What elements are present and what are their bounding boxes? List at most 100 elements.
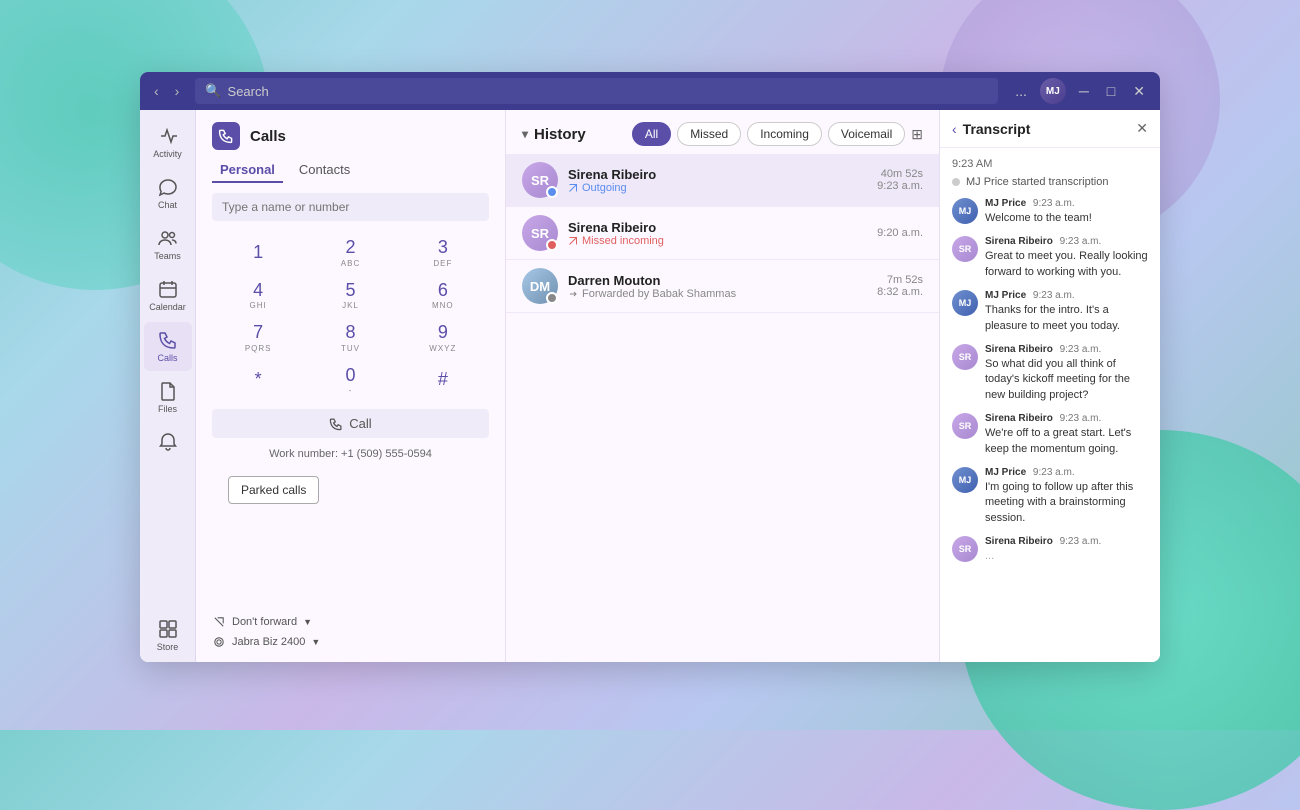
call-item[interactable]: SR Sirena Ribeiro Missed incoming 9:20 a… — [506, 207, 939, 260]
filter-more-icon[interactable]: ⊞ — [911, 126, 923, 143]
device-label: Jabra Biz 2400 — [232, 636, 305, 648]
dont-forward-item[interactable]: Don't forward ▼ — [212, 612, 489, 632]
msg-avatar: SR — [952, 413, 978, 439]
sidebar-label-files: Files — [158, 404, 177, 414]
main-content: Activity Chat Teams Calendar Calls Files — [140, 110, 1160, 662]
msg-header: MJ Price 9:23 a.m. — [985, 290, 1148, 301]
dial-key-5[interactable]: 5JKL — [304, 274, 396, 317]
close-button[interactable]: ✕ — [1128, 81, 1150, 102]
more-button[interactable]: ... — [1010, 81, 1032, 101]
device-item[interactable]: Jabra Biz 2400 ▼ — [212, 632, 489, 652]
window-actions: ... MJ ─ □ ✕ — [1010, 78, 1150, 104]
sidebar-item-store[interactable]: Store — [144, 611, 192, 660]
dial-key-8[interactable]: 8TUV — [304, 316, 396, 359]
calls-bottom-bar: Don't forward ▼ Jabra Biz 2400 ▼ — [196, 604, 505, 662]
msg-content: MJ Price 9:23 a.m. Welcome to the team! — [985, 198, 1148, 226]
msg-header: MJ Price 9:23 a.m. — [985, 467, 1148, 478]
caller-name: Sirena Ribeiro — [568, 167, 867, 182]
sidebar-item-calls[interactable]: Calls — [144, 322, 192, 371]
sidebar-item-calendar[interactable]: Calendar — [144, 271, 192, 320]
sidebar-item-chat[interactable]: Chat — [144, 169, 192, 218]
filter-voicemail[interactable]: Voicemail — [828, 122, 905, 146]
history-panel: ▾ History All Missed Incoming Voicemail … — [506, 110, 940, 662]
tab-personal[interactable]: Personal — [212, 158, 283, 183]
transcript-back-button[interactable]: ‹ — [952, 121, 957, 137]
call-info: Sirena Ribeiro Outgoing — [568, 167, 867, 194]
transcript-started: MJ Price started transcription — [952, 176, 1148, 188]
maximize-button[interactable]: □ — [1102, 81, 1120, 101]
msg-content: Sirena Ribeiro 9:23 a.m. So what did you… — [985, 344, 1148, 403]
transcript-header: ‹ Transcript ✕ — [940, 110, 1160, 148]
transcript-message: MJ MJ Price 9:23 a.m. Thanks for the int… — [952, 290, 1148, 334]
history-collapse-icon[interactable]: ▾ — [522, 127, 528, 141]
dial-input[interactable] — [212, 193, 489, 221]
dial-key-1[interactable]: 1 — [212, 231, 304, 274]
calls-tabs: Personal Contacts — [196, 158, 505, 183]
transcript-message: SR Sirena Ribeiro 9:23 a.m. We're off to… — [952, 413, 1148, 457]
call-meta: 9:20 a.m. — [877, 227, 923, 239]
dial-key-4[interactable]: 4GHI — [212, 274, 304, 317]
transcript-close-button[interactable]: ✕ — [1136, 120, 1148, 137]
search-icon: 🔍 — [205, 83, 221, 99]
call-sub-label: Missed incoming — [582, 235, 664, 247]
msg-content: Sirena Ribeiro 9:23 a.m. Great to meet y… — [985, 236, 1148, 280]
app-window: ‹ › 🔍 Search ... MJ ─ □ ✕ Activity Chat — [140, 72, 1160, 662]
dialpad: 12ABC3DEF 4GHI5JKL6MNO 7PQRS8TUV9WXYZ *0-# — [196, 231, 505, 401]
search-placeholder: Search — [228, 84, 269, 99]
dial-key-#[interactable]: # — [397, 359, 489, 402]
dial-key-0[interactable]: 0- — [304, 359, 396, 402]
dial-key-*[interactable]: * — [212, 359, 304, 402]
app-sidebar: Activity Chat Teams Calendar Calls Files — [140, 110, 196, 662]
sidebar-item-notifications[interactable] — [144, 424, 192, 463]
dial-key-6[interactable]: 6MNO — [397, 274, 489, 317]
search-bar[interactable]: 🔍 Search — [195, 78, 998, 104]
call-duration: 40m 52s — [877, 168, 923, 180]
sidebar-item-activity[interactable]: Activity — [144, 118, 192, 167]
sidebar-item-teams[interactable]: Teams — [144, 220, 192, 269]
call-info: Darren Mouton Forwarded by Babak Shammas — [568, 273, 867, 300]
avatar: SR — [522, 215, 558, 251]
parked-calls-button[interactable]: Parked calls — [228, 476, 319, 504]
msg-avatar: MJ — [952, 290, 978, 316]
filter-incoming[interactable]: Incoming — [747, 122, 822, 146]
call-item[interactable]: SR Sirena Ribeiro Outgoing 40m 52s 9:23 … — [506, 154, 939, 207]
msg-time: 9:23 a.m. — [1033, 198, 1075, 209]
sidebar-label-store: Store — [157, 642, 179, 652]
msg-text: Great to meet you. Really looking forwar… — [985, 249, 1148, 280]
msg-avatar: MJ — [952, 198, 978, 224]
transcript-panel: ‹ Transcript ✕ 9:23 AM MJ Price started … — [940, 110, 1160, 662]
call-button-label: Call — [349, 416, 371, 431]
call-info: Sirena Ribeiro Missed incoming — [568, 220, 867, 247]
call-button[interactable]: Call — [212, 409, 489, 438]
avatar-status — [546, 292, 558, 304]
msg-header: Sirena Ribeiro 9:23 a.m. — [985, 413, 1148, 424]
msg-text: Thanks for the intro. It's a pleasure to… — [985, 303, 1148, 334]
dial-key-3[interactable]: 3DEF — [397, 231, 489, 274]
filter-missed[interactable]: Missed — [677, 122, 741, 146]
dial-key-2[interactable]: 2ABC — [304, 231, 396, 274]
history-title: ▾ History — [522, 126, 586, 143]
dial-key-9[interactable]: 9WXYZ — [397, 316, 489, 359]
minimize-button[interactable]: ─ — [1074, 81, 1094, 101]
nav-buttons: ‹ › — [150, 81, 183, 101]
sidebar-item-files[interactable]: Files — [144, 373, 192, 422]
msg-header: Sirena Ribeiro 9:23 a.m. — [985, 536, 1148, 547]
msg-header: MJ Price 9:23 a.m. — [985, 198, 1148, 209]
forward-button[interactable]: › — [171, 81, 184, 101]
transcript-message: SR Sirena Ribeiro 9:23 a.m. Great to mee… — [952, 236, 1148, 280]
user-avatar[interactable]: MJ — [1040, 78, 1066, 104]
tab-contacts[interactable]: Contacts — [291, 158, 358, 183]
filter-all[interactable]: All — [632, 122, 671, 146]
dial-key-7[interactable]: 7PQRS — [212, 316, 304, 359]
title-bar: ‹ › 🔍 Search ... MJ ─ □ ✕ — [140, 72, 1160, 110]
history-filters: All Missed Incoming Voicemail ⊞ — [632, 122, 923, 146]
msg-time: 9:23 a.m. — [1060, 344, 1102, 355]
call-type: Missed incoming — [568, 235, 867, 247]
msg-header: Sirena Ribeiro 9:23 a.m. — [985, 236, 1148, 247]
calls-header: Calls — [196, 110, 505, 154]
call-item[interactable]: DM Darren Mouton Forwarded by Babak Sham… — [506, 260, 939, 313]
calls-panel: Calls Personal Contacts 12ABC3DEF 4GHI5JK… — [196, 110, 506, 662]
sidebar-label-teams: Teams — [154, 251, 181, 261]
back-button[interactable]: ‹ — [150, 81, 163, 101]
calls-title: Calls — [250, 128, 286, 145]
